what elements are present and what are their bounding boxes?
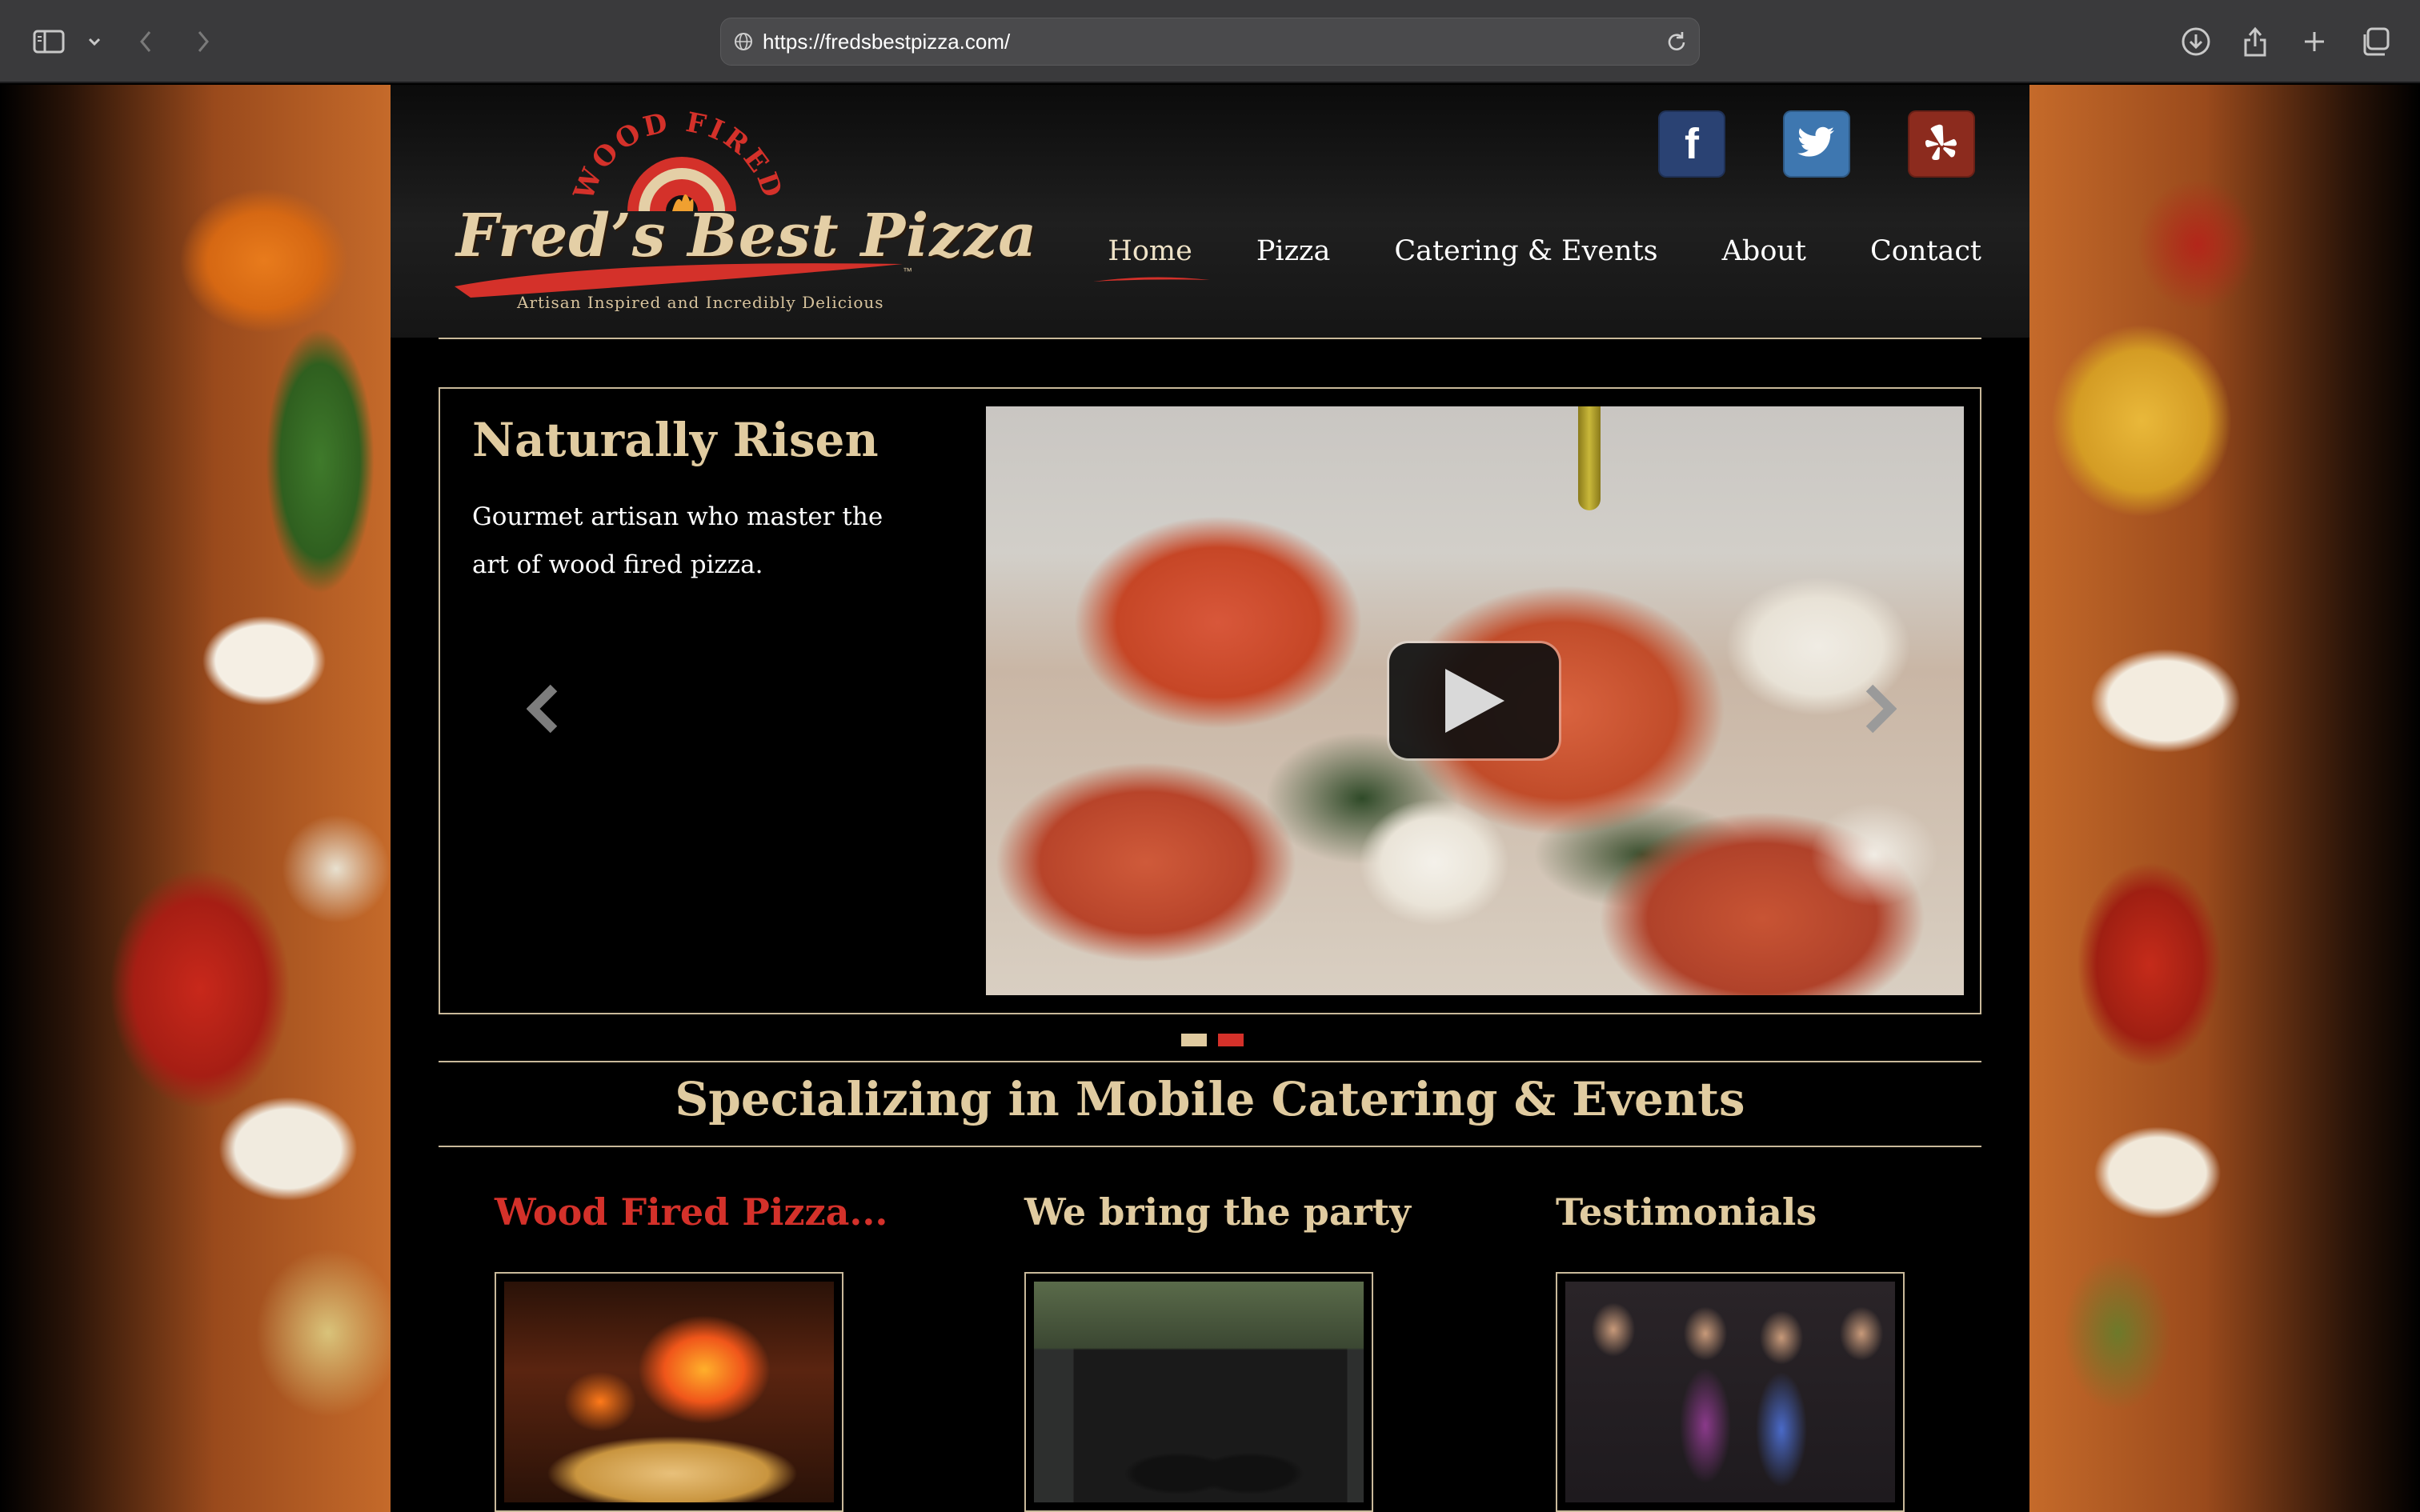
forward-icon[interactable]: [192, 18, 214, 66]
pizza-background-left: [0, 85, 391, 1512]
customers-image: [1565, 1282, 1895, 1502]
logo-trademark: ™: [903, 266, 912, 277]
play-icon: [1445, 669, 1504, 733]
trailer-image: [1034, 1282, 1364, 1502]
slider-dot-2[interactable]: [1218, 1034, 1244, 1046]
nav-contact[interactable]: Contact: [1870, 235, 1981, 267]
slider-prev-button[interactable]: [520, 677, 568, 741]
nav-pizza[interactable]: Pizza: [1256, 235, 1331, 267]
url-text: https://fredsbestpizza.com/: [763, 29, 1011, 54]
chevron-left-icon: [527, 684, 558, 734]
back-icon[interactable]: [134, 18, 157, 66]
logo-tagline: Artisan Inspired and Incredibly Deliciou…: [517, 293, 884, 312]
slider-dot-1[interactable]: [1181, 1034, 1207, 1046]
reload-icon[interactable]: [1665, 30, 1688, 54]
site-logo[interactable]: WOOD FIRED Fred’s Best Pizza ™ Artisan I…: [439, 99, 1036, 339]
testimonials-photo[interactable]: [1556, 1272, 1905, 1512]
nav-catering-events[interactable]: Catering & Events: [1394, 235, 1657, 267]
address-bar[interactable]: https://fredsbestpizza.com/: [720, 18, 1700, 66]
nav-home-label: Home: [1108, 235, 1192, 267]
twitter-bird-icon: [1797, 126, 1836, 162]
section-divider-top: [439, 1061, 1981, 1062]
tab-overview-icon[interactable]: [2358, 18, 2393, 66]
twitter-button[interactable]: [1783, 110, 1850, 178]
play-button[interactable]: [1389, 643, 1559, 758]
hero-slider: Naturally Risen Gourmet artisan who mast…: [439, 387, 1981, 1014]
globe-icon: [734, 32, 753, 51]
facebook-button[interactable]: f: [1658, 110, 1725, 178]
new-tab-icon[interactable]: [2298, 18, 2330, 66]
site-header: WOOD FIRED Fred’s Best Pizza ™ Artisan I…: [391, 85, 2029, 338]
header-divider: [439, 338, 1981, 339]
pizza-trailer-photo[interactable]: [1024, 1272, 1373, 1512]
yelp-icon: [1924, 123, 1959, 165]
column-title-wood-fired-pizza[interactable]: Wood Fired Pizza...: [495, 1190, 887, 1234]
nav-about[interactable]: About: [1722, 235, 1806, 267]
slider-next-button[interactable]: [1855, 677, 1903, 741]
column-title-bring-the-party[interactable]: We bring the party: [1024, 1190, 1411, 1234]
main-content: WOOD FIRED Fred’s Best Pizza ™ Artisan I…: [391, 85, 2029, 1512]
yelp-button[interactable]: [1908, 110, 1975, 178]
slide-title: Naturally Risen: [472, 413, 879, 467]
slider-dots: [1181, 1034, 1244, 1046]
oil-drizzle: [1578, 406, 1601, 510]
share-icon[interactable]: [2239, 18, 2271, 66]
web-page: WOOD FIRED Fred’s Best Pizza ™ Artisan I…: [0, 85, 2420, 1512]
video-player[interactable]: [986, 406, 1964, 995]
chevron-down-icon[interactable]: [85, 18, 104, 66]
slide-text: Gourmet artisan who master the art of wo…: [472, 502, 883, 579]
oven-fire-image: [504, 1282, 834, 1502]
section-divider-bottom: [439, 1146, 1981, 1147]
browser-toolbar: https://fredsbestpizza.com/: [0, 0, 2420, 83]
sidebar-toggle-icon[interactable]: [30, 18, 67, 66]
facebook-icon: f: [1685, 120, 1699, 168]
section-title: Specializing in Mobile Catering & Events: [675, 1072, 1745, 1126]
download-icon[interactable]: [2178, 18, 2214, 66]
chevron-right-icon: [1865, 684, 1897, 734]
nav-home[interactable]: Home: [1093, 235, 1211, 282]
active-underline: [1093, 277, 1211, 282]
column-title-testimonials[interactable]: Testimonials: [1556, 1190, 1817, 1234]
pizza-background-right: [2029, 85, 2420, 1512]
main-nav: Home Pizza Catering & Events About Conta…: [1044, 235, 1981, 282]
wood-oven-photo[interactable]: [495, 1272, 843, 1512]
logo-brand-name: Fred’s Best Pizza: [456, 202, 1038, 270]
